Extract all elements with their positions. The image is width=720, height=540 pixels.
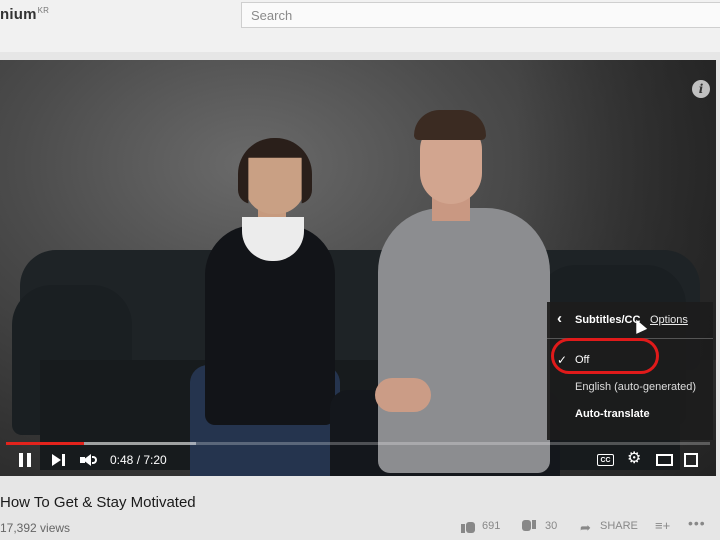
subtitle-option-auto-translate[interactable]: Auto-translate <box>547 402 713 428</box>
more-actions-icon[interactable]: ••• <box>688 515 706 531</box>
fullscreen-corner <box>691 453 698 460</box>
fullscreen-corner <box>691 460 698 467</box>
subtitles-menu-title[interactable]: Subtitles/CC <box>575 314 640 326</box>
thumbs-up-icon <box>461 524 465 533</box>
fullscreen-corner <box>684 460 691 467</box>
theater-mode-button[interactable] <box>656 454 673 466</box>
search-input[interactable]: Search <box>241 2 720 28</box>
next-arrow-icon <box>52 454 61 466</box>
speaker-cone-icon <box>83 454 91 466</box>
search-placeholder: Search <box>251 8 293 23</box>
logo-text: nium <box>0 6 37 23</box>
subtitles-options-link[interactable]: Options <box>650 314 688 326</box>
next-button[interactable] <box>52 454 66 466</box>
share-icon[interactable]: ➦ <box>580 520 591 536</box>
next-bar-icon <box>62 454 65 466</box>
time-display: 0:48 / 7:20 <box>110 453 167 467</box>
pause-bar-right <box>27 453 31 467</box>
settings-gear-icon[interactable]: ⚙ <box>627 451 641 467</box>
subtitle-option-label: Auto-translate <box>575 408 650 420</box>
like-button[interactable] <box>461 520 475 533</box>
back-chevron-icon[interactable]: ‹ <box>557 310 562 327</box>
subtitle-option-english-auto[interactable]: English (auto-generated) <box>547 375 713 401</box>
like-count: 691 <box>482 520 501 532</box>
view-count: 17,392 views <box>0 521 71 535</box>
sound-wave-icon <box>92 456 97 464</box>
subtitle-option-label: English (auto-generated) <box>575 381 697 393</box>
thumbs-down-hand <box>522 520 531 531</box>
info-icon[interactable]: i <box>692 80 710 98</box>
thumbs-up-hand <box>466 522 475 533</box>
pause-bar-left <box>19 453 23 467</box>
man-sweater <box>378 208 550 473</box>
video-player[interactable]: i ‹ Subtitles/CC Options ✓ Off English (… <box>0 60 716 476</box>
man-hands <box>375 378 431 412</box>
share-button[interactable]: SHARE <box>600 520 638 532</box>
progress-played <box>6 442 85 445</box>
volume-button[interactable] <box>80 454 98 466</box>
add-to-playlist-icon[interactable]: ≡+ <box>655 518 670 533</box>
dislike-button[interactable] <box>522 520 536 533</box>
top-bar: niumKR Search <box>0 0 720 52</box>
video-title: How To Get & Stay Motivated <box>0 494 196 511</box>
logo-country-code: KR <box>37 6 50 15</box>
subtitles-cc-button[interactable]: CC <box>597 454 614 466</box>
man-hair <box>414 110 486 140</box>
fullscreen-button[interactable] <box>684 453 698 467</box>
fullscreen-corner <box>684 453 691 460</box>
pause-button[interactable] <box>18 453 32 467</box>
progress-bar[interactable] <box>6 442 710 445</box>
site-logo[interactable]: niumKR <box>0 6 49 23</box>
thumbs-down-icon <box>532 520 536 529</box>
dislike-count: 30 <box>545 520 558 532</box>
subtitles-menu-header: ‹ Subtitles/CC Options <box>547 302 713 339</box>
red-highlight-circle <box>551 338 659 374</box>
